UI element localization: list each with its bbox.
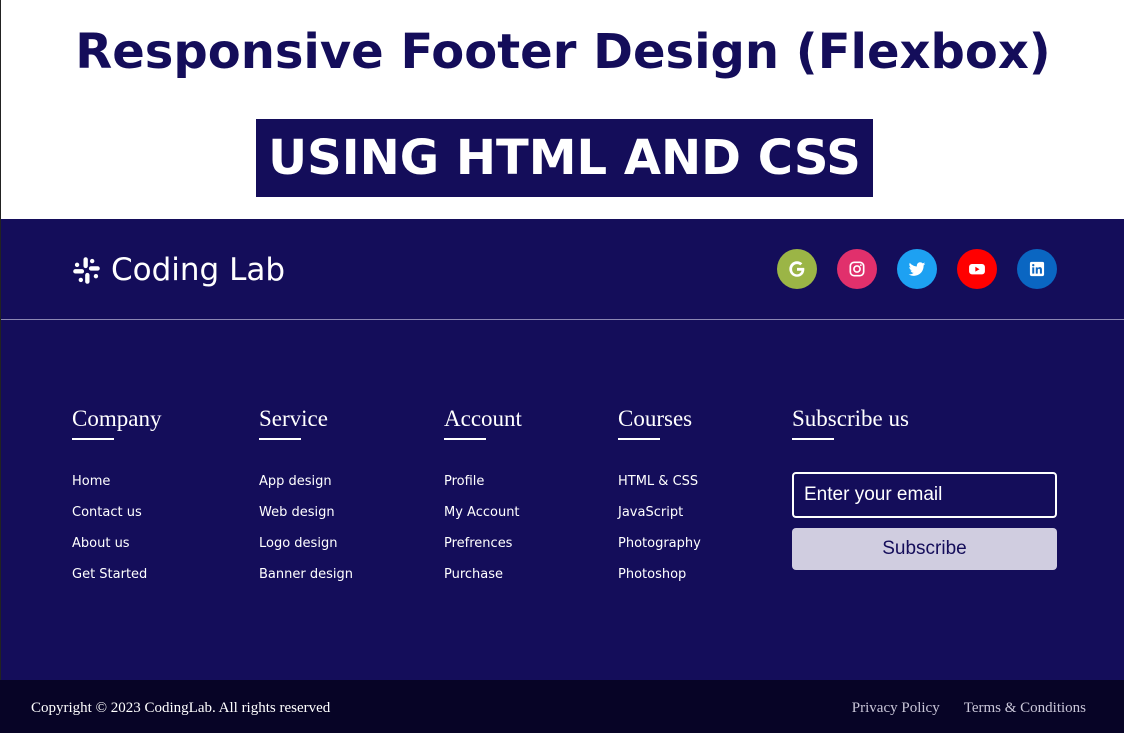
column-title: Account [444,406,522,431]
link-list: Profile My Account Prefrences Purchase [444,470,522,594]
link-html-css[interactable]: HTML & CSS [618,474,698,489]
page-title: Responsive Footer Design (Flexbox) [75,24,1051,80]
link-get-started[interactable]: Get Started [72,567,147,582]
brand-logo[interactable]: Coding Lab [72,251,285,289]
column-account: Account Profile My Account Prefrences Pu… [444,405,522,594]
page-subtitle: USING HTML AND CSS [268,130,861,186]
column-company: Company Home Contact us About us Get Sta… [72,405,161,594]
link-banner-design[interactable]: Banner design [259,567,353,582]
linkedin-link[interactable] [1017,249,1057,289]
youtube-link[interactable] [957,249,997,289]
link-purchase[interactable]: Purchase [444,567,503,582]
email-input[interactable] [792,472,1057,518]
brand-name: Coding Lab [111,252,286,288]
linkedin-icon [1029,261,1045,277]
title-underline [259,438,301,440]
column-title: Service [259,406,328,431]
legal-links: Privacy Policy Terms & Conditions [852,699,1086,717]
google-link[interactable] [777,249,817,289]
copyright-text: Copyright © 2023 CodingLab. All rights r… [31,700,331,716]
social-links [777,249,1057,289]
twitter-link[interactable] [897,249,937,289]
link-web-design[interactable]: Web design [259,505,335,520]
link-photoshop[interactable]: Photoshop [618,567,686,582]
link-contact-us[interactable]: Contact us [72,505,142,520]
subscribe-button[interactable]: Subscribe [792,528,1057,570]
link-list: Home Contact us About us Get Started [72,470,161,594]
footer-divider [1,319,1124,320]
title-underline [792,438,834,440]
link-about-us[interactable]: About us [72,536,130,551]
link-list: App design Web design Logo design Banner… [259,470,353,594]
link-preferences[interactable]: Prefrences [444,536,512,551]
link-list: HTML & CSS JavaScript Photography Photos… [618,470,701,594]
slack-icon [73,256,100,284]
link-logo-design[interactable]: Logo design [259,536,337,551]
column-title: Company [72,406,162,431]
subtitle-box: USING HTML AND CSS [256,119,873,197]
column-service: Service App design Web design Logo desig… [259,405,353,594]
title-underline [618,438,660,440]
link-my-account[interactable]: My Account [444,505,520,520]
google-icon [789,261,805,277]
title-underline [72,438,114,440]
link-javascript[interactable]: JavaScript [618,505,683,520]
link-app-design[interactable]: App design [259,474,332,489]
privacy-policy-link[interactable]: Privacy Policy [852,699,940,717]
column-title: Subscribe us [792,406,909,431]
twitter-icon [908,262,926,276]
terms-link[interactable]: Terms & Conditions [964,699,1086,717]
youtube-icon [969,264,985,275]
page-banner: Responsive Footer Design (Flexbox) USING… [0,0,1124,219]
footer: Coding Lab Company Home Contact us About… [0,219,1124,680]
title-underline [444,438,486,440]
column-courses: Courses HTML & CSS JavaScript Photograph… [618,405,701,594]
column-title: Courses [618,406,693,431]
instagram-link[interactable] [837,249,877,289]
bottom-bar: Copyright © 2023 CodingLab. All rights r… [0,680,1124,733]
link-photography[interactable]: Photography [618,536,701,551]
column-subscribe: Subscribe us [792,405,909,440]
instagram-icon [849,261,865,277]
link-home[interactable]: Home [72,474,110,489]
link-profile[interactable]: Profile [444,474,484,489]
